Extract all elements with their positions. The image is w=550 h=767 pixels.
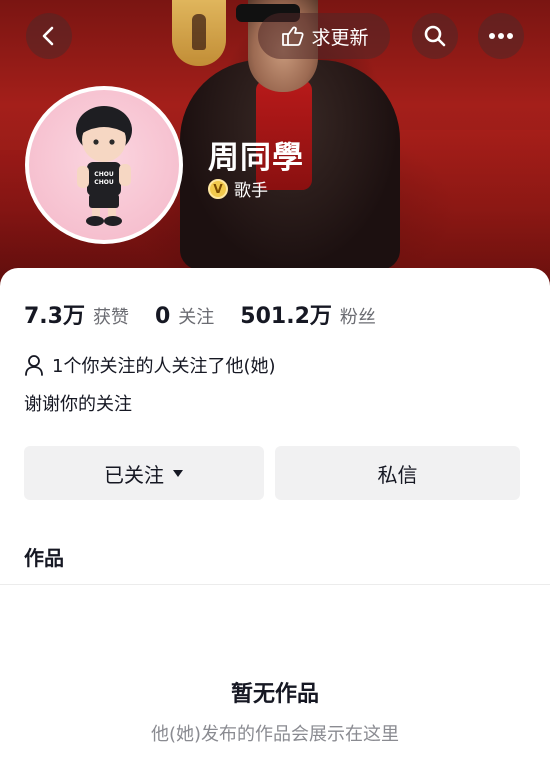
followed-label: 已关注 <box>104 462 164 487</box>
mutual-follow-text: 1个你关注的人关注了他(她) <box>52 356 276 377</box>
back-button[interactable] <box>26 13 72 59</box>
request-update-label: 求更新 <box>311 26 369 49</box>
car-logo <box>172 0 226 66</box>
more-button[interactable] <box>478 13 524 59</box>
message-label: 私信 <box>377 462 418 487</box>
avatar-image: CHOU CHOU <box>29 90 179 240</box>
message-button[interactable]: 私信 <box>275 446 520 500</box>
stat-likes[interactable]: 7.3万 获赞 <box>24 298 129 330</box>
avatar[interactable]: CHOU CHOU <box>25 86 183 244</box>
empty-state-title: 暂无作品 <box>230 682 319 707</box>
verification-label: 歌手 <box>234 181 268 201</box>
search-icon <box>424 25 446 47</box>
verified-badge-icon: V <box>208 178 228 199</box>
more-dots-icon <box>489 33 513 39</box>
profile-card: 7.3万 获赞 0 关注 501.2万 粉丝 1个你关注的人关注了他(她) 谢谢… <box>0 268 550 767</box>
person-icon <box>25 355 43 376</box>
verification-row: V 歌手 <box>208 176 268 201</box>
avatar-shirt-text: CHOU <box>94 179 114 186</box>
banner-seat <box>400 130 550 280</box>
stat-label: 获赞 <box>92 307 129 328</box>
stat-label: 粉丝 <box>339 307 376 328</box>
avatar-shirt-text: CHOU <box>94 171 114 178</box>
thumb-point-icon <box>282 26 305 46</box>
stat-value: 7.3万 <box>24 304 85 329</box>
stat-following[interactable]: 0 关注 <box>155 303 214 329</box>
profile-name: 周同學 <box>208 140 304 176</box>
bio-text: 谢谢你的关注 <box>24 394 132 415</box>
caret-down-icon <box>173 470 183 477</box>
cartoon-figure-icon: CHOU CHOU <box>76 106 132 226</box>
chevron-left-icon <box>42 26 54 46</box>
empty-state-subtitle: 他(她)发布的作品会展示在这里 <box>150 724 400 745</box>
stat-value: 0 <box>154 304 171 329</box>
stats-row: 7.3万 获赞 0 关注 501.2万 粉丝 <box>24 298 402 330</box>
followed-button[interactable]: 已关注 <box>24 446 264 500</box>
stat-label: 关注 <box>178 307 215 328</box>
search-button[interactable] <box>412 13 458 59</box>
stat-followers[interactable]: 501.2万 粉丝 <box>240 298 376 330</box>
request-update-button[interactable]: 求更新 <box>258 13 390 59</box>
stat-value: 501.2万 <box>240 304 332 329</box>
mutual-follow-row[interactable]: 1个你关注的人关注了他(她) <box>24 352 276 378</box>
divider <box>0 584 550 585</box>
tab-works[interactable]: 作品 <box>24 542 64 571</box>
